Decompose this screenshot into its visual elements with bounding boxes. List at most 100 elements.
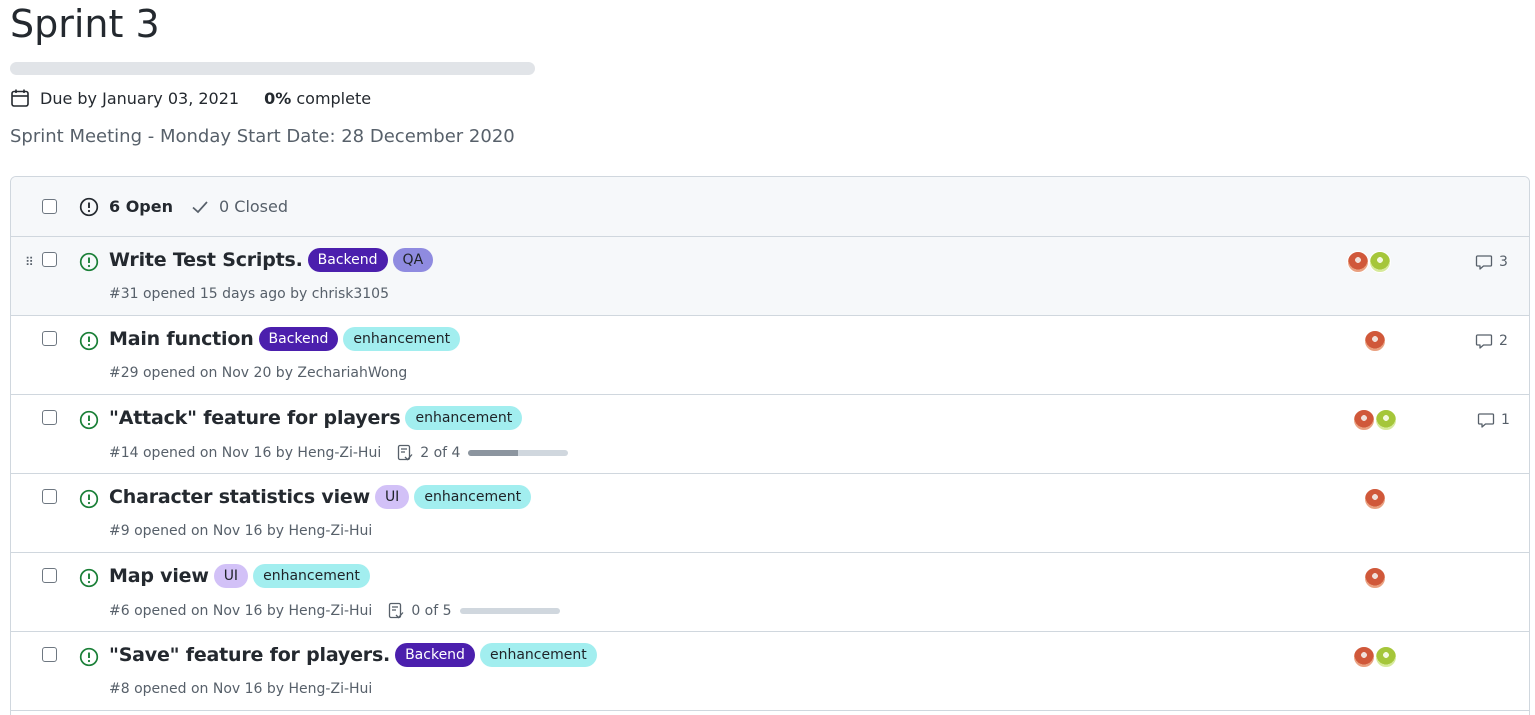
issue-title-line: "Attack" feature for players enhancement [109,406,527,430]
issue-title-link[interactable]: "Save" feature for players. [109,644,390,666]
issue-meta: #31 opened 15 days ago by chrisk3105 [109,286,389,302]
issue-checkbox[interactable] [42,647,57,662]
comments-link[interactable]: 1 [1477,411,1510,429]
comments-link[interactable]: 2 [1475,332,1508,350]
avatar[interactable] [1364,567,1386,589]
issue-checkbox[interactable] [42,489,57,504]
issue-title-link[interactable]: Write Test Scripts. [109,249,303,271]
completion-value: 0% [264,88,292,108]
milestone-title: Sprint 3 [10,2,160,46]
assignee-avatars[interactable] [1364,330,1386,352]
label-ui[interactable]: UI [374,485,410,509]
milestone-meta: Due by January 03, 2021 0% complete [10,88,371,108]
issue-open-icon [79,647,99,667]
avatar[interactable] [1347,251,1369,273]
issue-open-icon [79,568,99,588]
comment-icon [1475,255,1493,270]
issue-row[interactable]: "Attack" feature for players enhancement #… [11,395,1529,474]
task-count: 2 of 4 [420,445,461,461]
issue-checkbox[interactable] [42,331,57,346]
issues-list: 6 Open 0 Closed ⠿ Write Test Scripts. Back… [10,176,1530,715]
task-progress: 2 of 4 [396,444,569,462]
issue-title-link[interactable]: "Attack" feature for players [109,407,401,429]
select-all-checkbox[interactable] [42,199,57,214]
comments-link[interactable]: 3 [1475,253,1508,271]
issue-title-line: "Save" feature for players. Backend enhanc… [109,643,602,667]
comment-count: 3 [1499,254,1508,270]
label-backend[interactable]: Backend [258,327,339,351]
avatar[interactable] [1364,330,1386,352]
avatar[interactable] [1369,251,1391,273]
comment-icon [1477,413,1495,428]
task-progress-fill [468,450,519,456]
completion-suffix: complete [291,88,372,108]
avatar[interactable] [1364,488,1386,510]
task-progress: 0 of 5 [387,602,560,620]
open-count: 6 Open [109,197,173,216]
issue-row[interactable]: Main function Backend enhancement #29 opene… [11,316,1529,395]
issue-open-icon [79,197,99,216]
issue-meta: #14 opened on Nov 16 by Heng-Zi-Hui 2 of … [109,444,569,462]
issue-open-icon [79,489,99,509]
completion-text: 0% complete [264,89,371,108]
closed-issues-tab[interactable]: 0 Closed [191,197,288,216]
issue-rows: ⠿ Write Test Scripts. Backend QA #31 opened … [11,237,1529,711]
issue-title-link[interactable]: Character statistics view [109,486,370,508]
assignee-avatars[interactable] [1364,488,1386,510]
issue-title-line: Character statistics view UI enhancement [109,485,536,509]
assignee-avatars[interactable] [1347,251,1391,273]
issue-meta: #29 opened on Nov 20 by ZechariahWong [109,365,407,381]
avatar[interactable] [1353,409,1375,431]
issue-title-link[interactable]: Map view [109,565,209,587]
avatar[interactable] [1375,646,1397,668]
drag-handle-icon[interactable]: ⠿ [25,255,34,269]
tasklist-icon [389,602,404,619]
open-issues-tab[interactable]: 6 Open [79,197,173,217]
label-ui[interactable]: UI [213,564,249,588]
avatar[interactable] [1375,409,1397,431]
issue-open-icon [79,410,99,430]
label-enhancement[interactable]: enhancement [343,327,461,351]
assignee-avatars[interactable] [1364,567,1386,589]
issue-meta: #6 opened on Nov 16 by Heng-Zi-Hui 0 of 5 [109,602,560,620]
comment-count: 1 [1501,412,1510,428]
issue-meta-text: #9 opened on Nov 16 by Heng-Zi-Hui [109,523,373,539]
issue-meta-text: #31 opened 15 days ago by chrisk3105 [109,286,389,302]
label-enhancement[interactable]: enhancement [405,406,523,430]
label-enhancement[interactable]: enhancement [414,485,532,509]
label-enhancement[interactable]: enhancement [479,643,597,667]
comment-count: 2 [1499,333,1508,349]
avatar[interactable] [1353,646,1375,668]
issue-open-icon [79,252,99,272]
issue-checkbox[interactable] [42,410,57,425]
issue-meta-text: #8 opened on Nov 16 by Heng-Zi-Hui [109,681,373,697]
assignee-avatars[interactable] [1353,409,1397,431]
tasklist-icon [398,444,413,461]
issue-meta: #8 opened on Nov 16 by Heng-Zi-Hui [109,681,372,697]
issue-checkbox[interactable] [42,568,57,583]
task-count: 0 of 5 [411,603,452,619]
comment-icon [1475,334,1493,349]
task-progress-bar [468,450,569,456]
issue-checkbox[interactable] [42,252,57,267]
calendar-icon [11,89,29,107]
label-enhancement[interactable]: enhancement [253,564,370,588]
label-backend[interactable]: Backend [395,643,475,667]
issue-title-line: Write Test Scripts. Backend QA [109,248,438,272]
due-date: Due by January 03, 2021 [40,88,240,108]
assignee-avatars[interactable] [1353,646,1397,668]
issue-title-link[interactable]: Main function [109,328,254,350]
issue-row[interactable]: ⠿ Write Test Scripts. Backend QA #31 opened … [11,237,1529,316]
issues-list-header: 6 Open 0 Closed [11,177,1529,237]
closed-count: 0 Closed [219,197,289,216]
label-qa[interactable]: QA [392,248,434,272]
issue-meta-text: #29 opened on Nov 20 by ZechariahWong [109,365,408,381]
milestone-progress-bar [10,62,535,75]
issue-title-line: Main function Backend enhancement [109,327,465,351]
issue-row[interactable]: "Save" feature for players. Backend enhanc… [11,632,1529,711]
issue-title-line: Map view UI enhancement [109,564,375,588]
issue-row[interactable]: Character statistics view UI enhancement #9… [11,474,1529,553]
issue-row[interactable]: Map view UI enhancement #6 opened on Nov 16… [11,553,1529,632]
label-backend[interactable]: Backend [307,248,388,272]
issue-meta-text: #6 opened on Nov 16 by Heng-Zi-Hui [109,603,373,619]
